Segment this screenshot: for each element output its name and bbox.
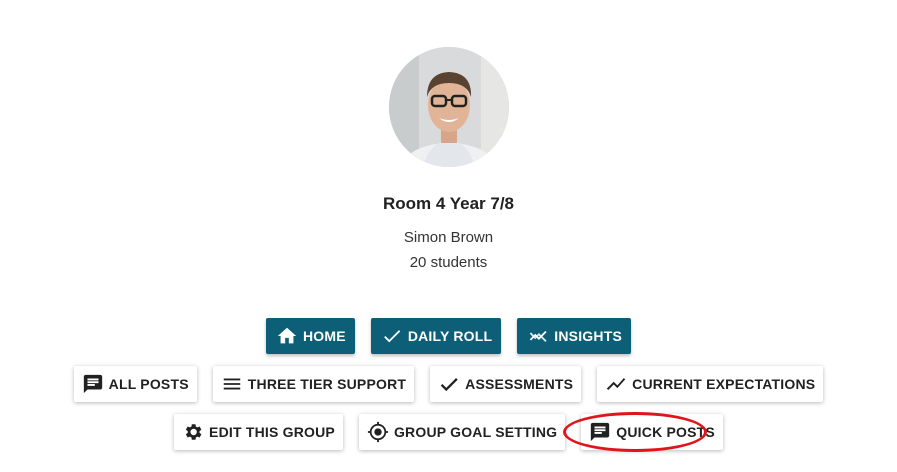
all-posts-label: ALL POSTS (108, 376, 189, 392)
secondary-nav: ALL POSTS THREE TIER SUPPORT ASSESSMENTS… (0, 366, 897, 402)
checkmark-icon (438, 373, 460, 395)
assessments-label: ASSESSMENTS (465, 376, 574, 392)
student-count: 20 students (409, 254, 488, 271)
tertiary-nav: EDIT THIS GROUP GROUP GOAL SETTING QUICK… (0, 414, 897, 450)
current-expectations-button[interactable]: CURRENT EXPECTATIONS (597, 366, 824, 402)
avatar (389, 47, 509, 167)
home-label: HOME (303, 328, 346, 344)
group-name: Room 4 Year 7/8 (382, 194, 515, 213)
group-goal-setting-button[interactable]: GROUP GOAL SETTING (358, 414, 566, 450)
current-expectations-label: CURRENT EXPECTATIONS (632, 376, 816, 392)
edit-this-group-button[interactable]: EDIT THIS GROUP (174, 414, 343, 450)
menu-icon (221, 373, 243, 395)
home-button[interactable]: HOME (266, 318, 355, 354)
three-tier-support-button[interactable]: THREE TIER SUPPORT (212, 366, 415, 402)
assessments-button[interactable]: ASSESSMENTS (430, 366, 582, 402)
group-goal-setting-label: GROUP GOAL SETTING (393, 424, 558, 440)
comment-icon (82, 373, 104, 395)
comment-icon (589, 421, 611, 443)
daily-roll-label: DAILY ROLL (407, 328, 493, 344)
teacher-name: Simon Brown (403, 229, 494, 246)
primary-nav: HOME DAILY ROLL INSIGHTS (0, 318, 897, 354)
trend-icon (605, 373, 627, 395)
edit-this-group-label: EDIT THIS GROUP (209, 424, 335, 440)
gear-icon (182, 421, 204, 443)
insights-icon (527, 325, 549, 347)
check-icon (381, 325, 403, 347)
insights-label: INSIGHTS (554, 328, 622, 344)
three-tier-support-label: THREE TIER SUPPORT (247, 376, 407, 392)
home-icon (276, 325, 298, 347)
insights-button[interactable]: INSIGHTS (517, 318, 631, 354)
all-posts-button[interactable]: ALL POSTS (73, 366, 197, 402)
quick-posts-button[interactable]: QUICK POSTS (581, 414, 723, 450)
target-icon (367, 421, 389, 443)
daily-roll-button[interactable]: DAILY ROLL (370, 318, 502, 354)
quick-posts-label: QUICK POSTS (616, 424, 715, 440)
